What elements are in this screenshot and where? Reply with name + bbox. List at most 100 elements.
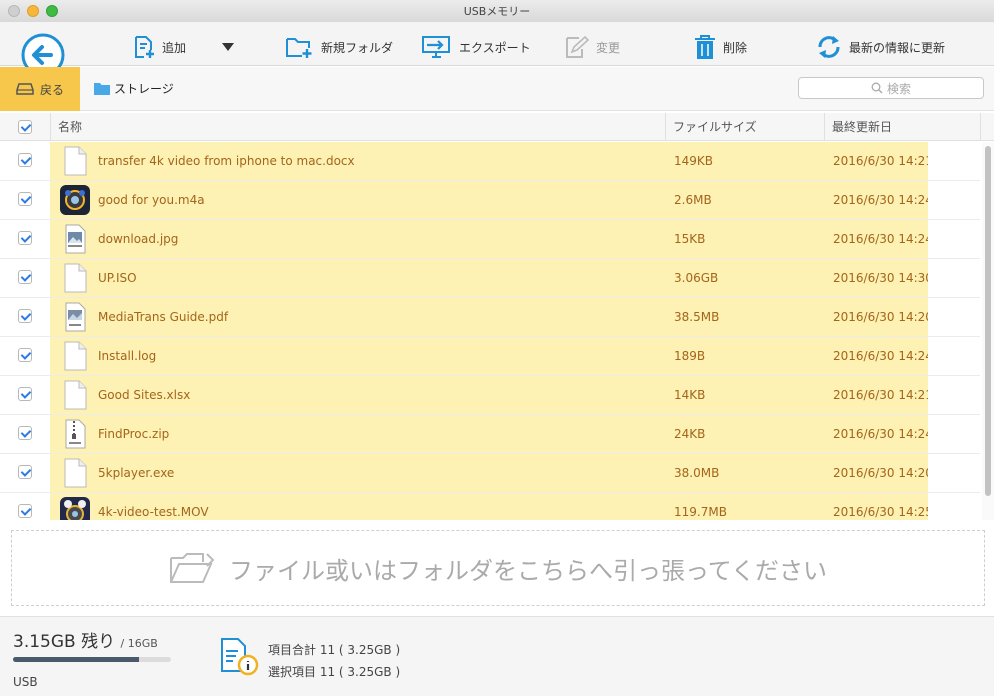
file-name: good for you.m4a xyxy=(98,193,205,207)
row-highlight xyxy=(50,220,928,258)
new-folder-icon xyxy=(286,38,312,58)
table-row[interactable]: download.jpg 15KB 2016/6/30 14:24 xyxy=(0,220,980,259)
row-checkbox[interactable] xyxy=(18,309,32,323)
file-date: 2016/6/30 14:24 xyxy=(833,349,928,363)
add-label: 追加 xyxy=(162,40,187,55)
search-placeholder: 検索 xyxy=(886,81,911,96)
file-date: 2016/6/30 14:24 xyxy=(833,193,928,207)
file-date: 2016/6/30 14:25 xyxy=(833,505,928,519)
table-row[interactable]: UP.ISO 3.06GB 2016/6/30 14:30 xyxy=(0,259,980,298)
file-size: 149KB xyxy=(674,154,714,168)
row-checkbox[interactable] xyxy=(18,426,32,440)
add-button[interactable]: 追加 xyxy=(132,32,186,62)
total-items-info: 項目合計 11 ( 3.25GB ) xyxy=(268,643,401,657)
device-name: USB xyxy=(13,675,38,689)
back-button[interactable]: 戻る xyxy=(0,67,80,111)
row-checkbox[interactable] xyxy=(18,504,32,518)
row-highlight xyxy=(50,337,928,375)
row-checkbox[interactable] xyxy=(18,270,32,284)
table-row[interactable]: transfer 4k video from iphone to mac.doc… xyxy=(0,142,980,181)
table-row[interactable]: good for you.m4a 2.6MB 2016/6/30 14:24 xyxy=(0,181,980,220)
file-date: 2016/6/30 14:24 xyxy=(833,232,928,246)
select-all-checkbox[interactable] xyxy=(18,120,32,134)
delete-label: 削除 xyxy=(723,40,748,55)
row-checkbox[interactable] xyxy=(18,153,32,167)
table-row[interactable]: 5kplayer.exe 38.0MB 2016/6/30 14:20 xyxy=(0,454,980,493)
storage-progress-fill xyxy=(13,657,140,662)
table-row[interactable]: MediaTrans Guide.pdf 38.5MB 2016/6/30 14… xyxy=(0,298,980,337)
jpeg-file-icon xyxy=(65,224,86,254)
row-highlight xyxy=(50,415,928,453)
column-header-name[interactable]: 名称 xyxy=(58,113,82,141)
column-divider xyxy=(50,113,51,141)
file-size: 119.7MB xyxy=(674,505,727,519)
file-size: 15KB xyxy=(674,232,706,246)
search-icon xyxy=(871,82,883,94)
file-size: 24KB xyxy=(674,427,706,441)
row-highlight xyxy=(50,454,928,492)
folder-icon xyxy=(94,83,110,95)
minimize-window-button[interactable] xyxy=(27,5,39,17)
toolbar: 追加 新規フォルダ エクスポート 変更 削除 最新の情報に更新 xyxy=(0,22,994,77)
zip-file-icon xyxy=(65,419,86,449)
close-window-button[interactable] xyxy=(8,5,20,17)
row-checkbox[interactable] xyxy=(18,231,32,245)
status-footer: 3.15GB 残り / 16GB USB 項目合計 11 ( 3.25GB ) … xyxy=(0,616,994,696)
file-size: 38.5MB xyxy=(674,310,720,324)
file-name: 5kplayer.exe xyxy=(98,466,175,480)
file-size: 189B xyxy=(674,349,706,363)
row-checkbox[interactable] xyxy=(18,387,32,401)
document-icon xyxy=(64,146,87,176)
table-row[interactable]: FindProc.zip 24KB 2016/6/30 14:24 xyxy=(0,415,980,454)
export-button[interactable]: エクスポート xyxy=(421,32,531,62)
add-dropdown-button[interactable] xyxy=(221,32,241,62)
refresh-button[interactable]: 最新の情報に更新 xyxy=(815,32,945,62)
file-name: Good Sites.xlsx xyxy=(98,388,191,402)
column-header-date[interactable]: 最終更新日 xyxy=(832,113,892,141)
title-bar: USBメモリー xyxy=(0,0,994,22)
file-date: 2016/6/30 14:20 xyxy=(833,466,928,480)
file-name: Install.log xyxy=(98,349,157,363)
row-checkbox[interactable] xyxy=(18,192,32,206)
row-checkbox[interactable] xyxy=(18,465,32,479)
folder-outline-icon xyxy=(169,553,215,583)
column-header-size[interactable]: ファイルサイズ xyxy=(673,113,757,141)
scrollbar-thumb[interactable] xyxy=(985,146,991,496)
column-divider xyxy=(824,113,825,141)
delete-button[interactable]: 削除 xyxy=(693,32,747,62)
file-size: 38.0MB xyxy=(674,466,720,480)
new-folder-button[interactable]: 新規フォルダ xyxy=(285,32,393,62)
file-name: UP.ISO xyxy=(98,271,137,285)
breadcrumb[interactable]: ストレージ xyxy=(94,80,174,97)
edit-button[interactable]: 変更 xyxy=(564,32,620,62)
trash-icon xyxy=(695,35,715,59)
search-input[interactable]: 検索 xyxy=(798,77,984,99)
file-name: 4k-video-test.MOV xyxy=(98,505,209,519)
row-checkbox[interactable] xyxy=(18,348,32,362)
pdf-file-icon xyxy=(65,302,86,332)
file-date: 2016/6/30 14:24 xyxy=(833,427,928,441)
file-size: 3.06GB xyxy=(674,271,719,285)
file-date: 2016/6/30 14:30 xyxy=(833,271,928,285)
back-label: 戻る xyxy=(39,82,64,97)
file-info-icon xyxy=(221,638,259,676)
add-file-icon xyxy=(135,36,154,58)
file-name: transfer 4k video from iphone to mac.doc… xyxy=(98,154,355,168)
drive-icon xyxy=(16,83,34,95)
drop-zone-text: ファイル或いはフォルダをこちらへ引っ張ってください xyxy=(228,556,828,585)
refresh-icon xyxy=(818,36,840,58)
document-icon xyxy=(64,458,87,488)
maximize-window-button[interactable] xyxy=(46,5,58,17)
audio-thumbnail-icon xyxy=(60,185,90,215)
table-row[interactable]: 4k-video-test.MOV 119.7MB 2016/6/30 14:2… xyxy=(0,493,980,520)
storage-progress-bar xyxy=(13,657,171,662)
window-title: USBメモリー xyxy=(463,5,531,18)
navigation-bar: 戻る ストレージ 検索 xyxy=(0,67,994,111)
table-row[interactable]: Install.log 189B 2016/6/30 14:24 xyxy=(0,337,980,376)
export-icon xyxy=(422,36,450,58)
vertical-scrollbar[interactable] xyxy=(982,142,994,520)
drop-zone[interactable]: ファイル或いはフォルダをこちらへ引っ張ってください xyxy=(11,530,985,606)
selected-items-info: 選択項目 11 ( 3.25GB ) xyxy=(268,665,401,679)
new-folder-label: 新規フォルダ xyxy=(321,40,394,55)
table-row[interactable]: Good Sites.xlsx 14KB 2016/6/30 14:21 xyxy=(0,376,980,415)
